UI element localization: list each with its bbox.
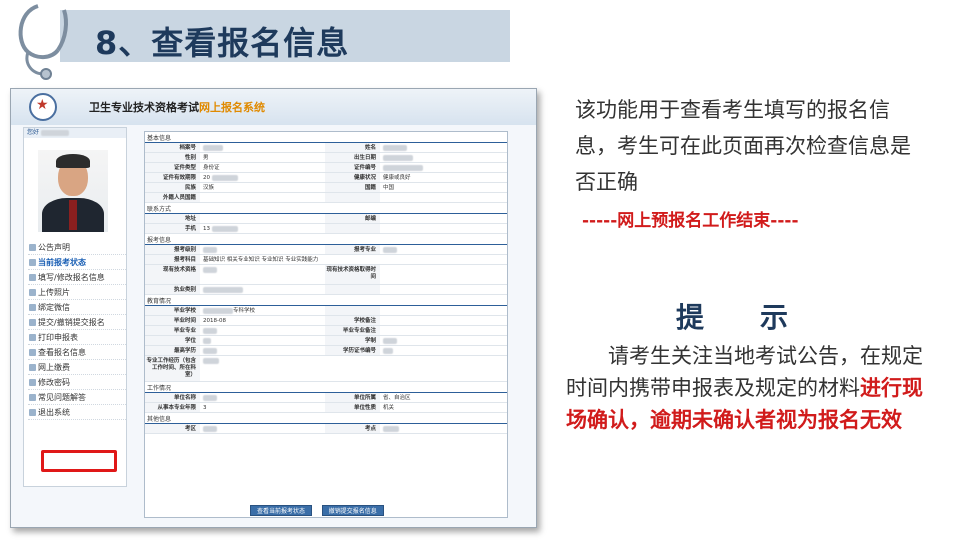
home-icon <box>29 244 36 251</box>
menu-item-payment[interactable]: 网上缴费 <box>28 360 126 375</box>
ended-notice: -----网上预报名工作结束---- <box>582 211 799 231</box>
section-contact: 联系方式 <box>145 205 507 214</box>
menu-item-announcement[interactable]: 公告声明 <box>28 240 126 255</box>
edit-icon <box>29 274 36 281</box>
system-subtitle: 网上报名系统 <box>199 101 265 114</box>
status-icon <box>29 259 36 266</box>
system-screenshot: 卫生专业技术资格考试网上报名系统 您好 公告声明 当前报考状态 填写/修改报名信… <box>10 88 537 528</box>
view-icon <box>29 349 36 356</box>
section-exam: 报考信息 <box>145 236 507 245</box>
section-other: 其他信息 <box>145 415 507 424</box>
submit-icon <box>29 319 36 326</box>
menu-item-bind-wechat[interactable]: 绑定微信 <box>28 300 126 315</box>
system-title: 卫生专业技术资格考试网上报名系统 <box>89 101 265 114</box>
highlight-box <box>41 450 117 472</box>
upload-icon <box>29 289 36 296</box>
stethoscope-icon <box>18 4 68 80</box>
tip-body: 请考生关注当地考试公告，在规定时间内携带申报表及规定的材料进行现场确认，逾期未确… <box>566 340 934 436</box>
registration-info-form: 基本信息 档案号 姓名 性别男出生日期 证件类型 身份证 证件编号 证件有效期限 20 … <box>144 131 508 518</box>
menu-item-password[interactable]: 修改密码 <box>28 375 126 390</box>
tip-heading: 提示 <box>676 301 845 334</box>
logout-icon <box>29 409 36 416</box>
system-logo-icon <box>29 93 57 121</box>
greeting: 您好 <box>24 128 126 138</box>
wechat-icon <box>29 304 36 311</box>
system-header: 卫生专业技术资格考试网上报名系统 <box>11 89 536 125</box>
section-basic: 基本信息 <box>145 134 507 143</box>
menu-item-faq[interactable]: 常见问题解答 <box>28 390 126 405</box>
menu-item-edit-info[interactable]: 填写/修改报名信息 <box>28 270 126 285</box>
menu-item-logout[interactable]: 退出系统 <box>28 405 126 420</box>
print-icon <box>29 334 36 341</box>
payment-icon <box>29 364 36 371</box>
view-status-button[interactable]: 查看当前报考状态 <box>250 505 313 516</box>
menu-item-view-info[interactable]: 查看报名信息 <box>28 345 126 360</box>
menu-item-status[interactable]: 当前报考状态 <box>28 255 126 270</box>
lock-icon <box>29 379 36 386</box>
intro-text: 该功能用于查看考生填写的报名信息，考生可在此页面再次检查信息是否正确 <box>575 98 911 194</box>
menu-item-submit[interactable]: 提交/撤销提交报名 <box>28 315 126 330</box>
menu-item-upload-photo[interactable]: 上传照片 <box>28 285 126 300</box>
menu-item-print[interactable]: 打印申报表 <box>28 330 126 345</box>
faq-icon <box>29 394 36 401</box>
slide-title: 8、查看报名信息 <box>95 24 350 62</box>
cancel-submission-button[interactable]: 撤销提交报名信息 <box>321 505 384 516</box>
sidebar: 您好 公告声明 当前报考状态 填写/修改报名信息 上传照片 绑定微信 提交/撤销… <box>23 127 127 487</box>
candidate-photo <box>38 150 108 232</box>
sidebar-menu: 公告声明 当前报考状态 填写/修改报名信息 上传照片 绑定微信 提交/撤销提交报… <box>28 240 126 420</box>
section-work: 工作情况 <box>145 384 507 393</box>
section-education: 教育情况 <box>145 297 507 306</box>
